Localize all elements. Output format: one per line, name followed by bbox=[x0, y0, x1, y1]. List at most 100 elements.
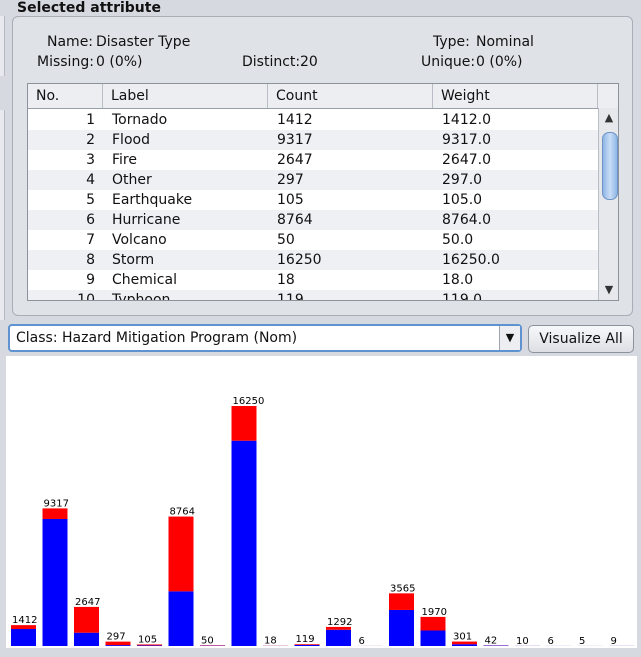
class-select[interactable]: Class: Hazard Mitigation Program (Nom) ▼ bbox=[8, 324, 522, 352]
table-row[interactable]: 1 Tornado 1412 1412.0 bbox=[28, 110, 598, 130]
row-label: Earthquake bbox=[112, 192, 193, 208]
bar-segment-13-0 bbox=[420, 630, 446, 646]
row-label: Chemical bbox=[112, 272, 177, 288]
missing-value: 0 (0%) bbox=[96, 54, 143, 70]
bar-count-label: 50 bbox=[201, 635, 214, 646]
row-number: 1 bbox=[86, 112, 95, 128]
unique-value: 0 (0%) bbox=[476, 54, 523, 70]
row-label: Tornado bbox=[112, 112, 168, 128]
class-select-value: Class: Hazard Mitigation Program (Nom) bbox=[16, 330, 298, 346]
column-header-label[interactable]: Label bbox=[103, 84, 268, 108]
bar-segment-13-1 bbox=[420, 616, 446, 631]
row-count: 9317 bbox=[277, 132, 313, 148]
bar-segment-5-0 bbox=[168, 591, 194, 646]
bar-segment-7-1 bbox=[231, 406, 257, 441]
bar-count-label: 119 bbox=[296, 634, 315, 645]
row-label: Volcano bbox=[112, 232, 167, 248]
row-weight: 105.0 bbox=[442, 192, 483, 208]
bar-segment-2-0 bbox=[74, 632, 99, 646]
distinct-label: Distinct: bbox=[242, 54, 301, 70]
column-header-weight[interactable]: Weight bbox=[433, 84, 598, 108]
bar-count-label: 6 bbox=[548, 636, 554, 647]
column-header-count[interactable]: Count bbox=[268, 84, 433, 108]
bar-segment-5-1 bbox=[168, 516, 194, 592]
table-row[interactable]: 3 Fire 2647 2647.0 bbox=[28, 150, 598, 170]
bar-count-label: 1292 bbox=[327, 617, 352, 628]
row-weight: 1412.0 bbox=[442, 112, 491, 128]
bar-count-label: 3565 bbox=[390, 583, 415, 594]
bar-count-label: 2647 bbox=[75, 597, 100, 608]
row-count: 50 bbox=[277, 232, 295, 248]
row-count: 105 bbox=[277, 192, 304, 208]
table-header: No. Label Count Weight bbox=[28, 84, 618, 109]
scroll-thumb[interactable] bbox=[602, 132, 618, 200]
bar-count-label: 9317 bbox=[44, 498, 69, 509]
table-row[interactable]: 7 Volcano 50 50.0 bbox=[28, 230, 598, 250]
row-number: 7 bbox=[86, 232, 95, 248]
bar-segment-4-0 bbox=[137, 645, 162, 646]
row-label: Hurricane bbox=[112, 212, 181, 228]
table-row[interactable]: 5 Earthquake 105 105.0 bbox=[28, 190, 598, 210]
name-label: Name: bbox=[47, 34, 94, 50]
scroll-up-icon[interactable]: ▲ bbox=[601, 110, 617, 126]
bar-count-label: 8764 bbox=[170, 507, 195, 518]
bar-count-label: 301 bbox=[453, 632, 472, 643]
bar-segment-12-0 bbox=[389, 609, 414, 646]
row-weight: 297.0 bbox=[442, 172, 483, 188]
row-weight: 2647.0 bbox=[442, 152, 491, 168]
row-label: Other bbox=[112, 172, 152, 188]
row-number: 4 bbox=[86, 172, 95, 188]
bar-count-label: 5 bbox=[579, 636, 585, 647]
bar-segment-3-0 bbox=[105, 645, 131, 646]
table-row[interactable]: 2 Flood 9317 9317.0 bbox=[28, 130, 598, 150]
table-row[interactable]: 9 Chemical 18 18.0 bbox=[28, 270, 598, 290]
row-number: 2 bbox=[86, 132, 95, 148]
row-number: 5 bbox=[86, 192, 95, 208]
bar-segment-7-0 bbox=[231, 440, 257, 646]
row-count: 119 bbox=[277, 292, 304, 301]
row-count: 8764 bbox=[277, 212, 313, 228]
row-count: 2647 bbox=[277, 152, 313, 168]
table-row[interactable]: 10 Typhoon 119 119.0 bbox=[28, 290, 598, 301]
visualize-all-button[interactable]: Visualize All bbox=[528, 325, 634, 353]
type-value: Nominal bbox=[476, 34, 534, 50]
row-label: Flood bbox=[112, 132, 150, 148]
chart-svg: 141293172647297 1058764501625018 119129263… bbox=[11, 396, 635, 647]
bar-count-label: 1412 bbox=[12, 615, 37, 626]
bar-segment-14-0 bbox=[452, 644, 477, 646]
bar-segment-12-1 bbox=[389, 593, 414, 610]
scroll-down-icon[interactable]: ▼ bbox=[601, 282, 617, 298]
row-weight: 8764.0 bbox=[442, 212, 491, 228]
row-number: 10 bbox=[77, 292, 95, 301]
table-row[interactable]: 6 Hurricane 8764 8764.0 bbox=[28, 210, 598, 230]
row-number: 8 bbox=[86, 252, 95, 268]
bar-segment-2-1 bbox=[74, 606, 99, 633]
attribute-values-table[interactable]: No. Label Count Weight 1 Tornado 1412 1412.… bbox=[27, 83, 619, 301]
distinct-value: 20 bbox=[300, 54, 318, 70]
row-weight: 18.0 bbox=[442, 272, 474, 288]
table-row[interactable]: 8 Storm 16250 16250.0 bbox=[28, 250, 598, 270]
name-value: Disaster Type bbox=[96, 34, 191, 50]
bar-count-label: 1970 bbox=[422, 607, 447, 618]
column-header-no[interactable]: No. bbox=[28, 84, 103, 108]
row-count: 297 bbox=[277, 172, 304, 188]
section-title: Selected attribute bbox=[17, 0, 161, 16]
left-panel-edge bbox=[0, 16, 5, 76]
bar-count-label: 18 bbox=[264, 636, 277, 647]
bar-segment-10-0 bbox=[326, 629, 351, 646]
left-panel-edge-lower bbox=[0, 110, 5, 320]
table-row[interactable]: 4 Other 297 297.0 bbox=[28, 170, 598, 190]
unique-label: Unique: bbox=[421, 54, 476, 70]
row-count: 18 bbox=[277, 272, 295, 288]
row-number: 9 bbox=[86, 272, 95, 288]
chevron-down-icon[interactable]: ▼ bbox=[499, 326, 520, 350]
row-weight: 119.0 bbox=[442, 292, 483, 301]
row-number: 3 bbox=[86, 152, 95, 168]
bar-count-label: 297 bbox=[107, 632, 126, 643]
row-label: Fire bbox=[112, 152, 137, 168]
row-number: 6 bbox=[86, 212, 95, 228]
table-scrollbar[interactable]: ▲ ▼ bbox=[598, 108, 618, 300]
row-count: 1412 bbox=[277, 112, 313, 128]
row-weight: 50.0 bbox=[442, 232, 474, 248]
row-count: 16250 bbox=[277, 252, 322, 268]
